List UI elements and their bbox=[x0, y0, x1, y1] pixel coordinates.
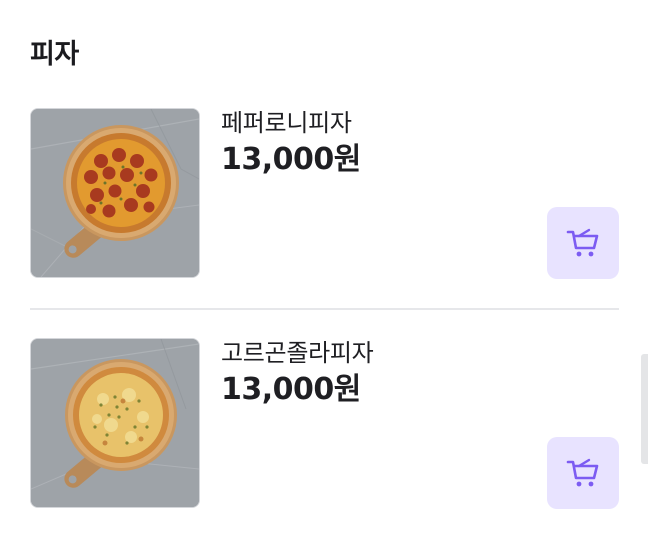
item-name: 페퍼로니피자 bbox=[221, 109, 352, 137]
shopping-cart-icon bbox=[566, 458, 599, 487]
menu-page: 피자 페퍼로니피자 13,000원 고르곤졸라피자 13,000원 bbox=[0, 0, 648, 560]
menu-item[interactable]: 페퍼로니피자 13,000원 bbox=[30, 108, 620, 280]
item-price: 13,000원 bbox=[221, 142, 361, 177]
gorgonzola-pizza-image bbox=[30, 338, 200, 508]
item-name: 고르곤졸라피자 bbox=[221, 339, 374, 367]
scrollbar-thumb[interactable] bbox=[641, 354, 648, 464]
add-to-cart-button[interactable] bbox=[547, 207, 619, 279]
pepperoni-pizza-image bbox=[30, 108, 200, 278]
shopping-cart-icon bbox=[566, 228, 599, 257]
menu-item[interactable]: 고르곤졸라피자 13,000원 bbox=[30, 338, 620, 510]
item-price: 13,000원 bbox=[221, 372, 361, 407]
category-title: 피자 bbox=[30, 39, 79, 70]
divider bbox=[30, 308, 619, 310]
add-to-cart-button[interactable] bbox=[547, 437, 619, 509]
